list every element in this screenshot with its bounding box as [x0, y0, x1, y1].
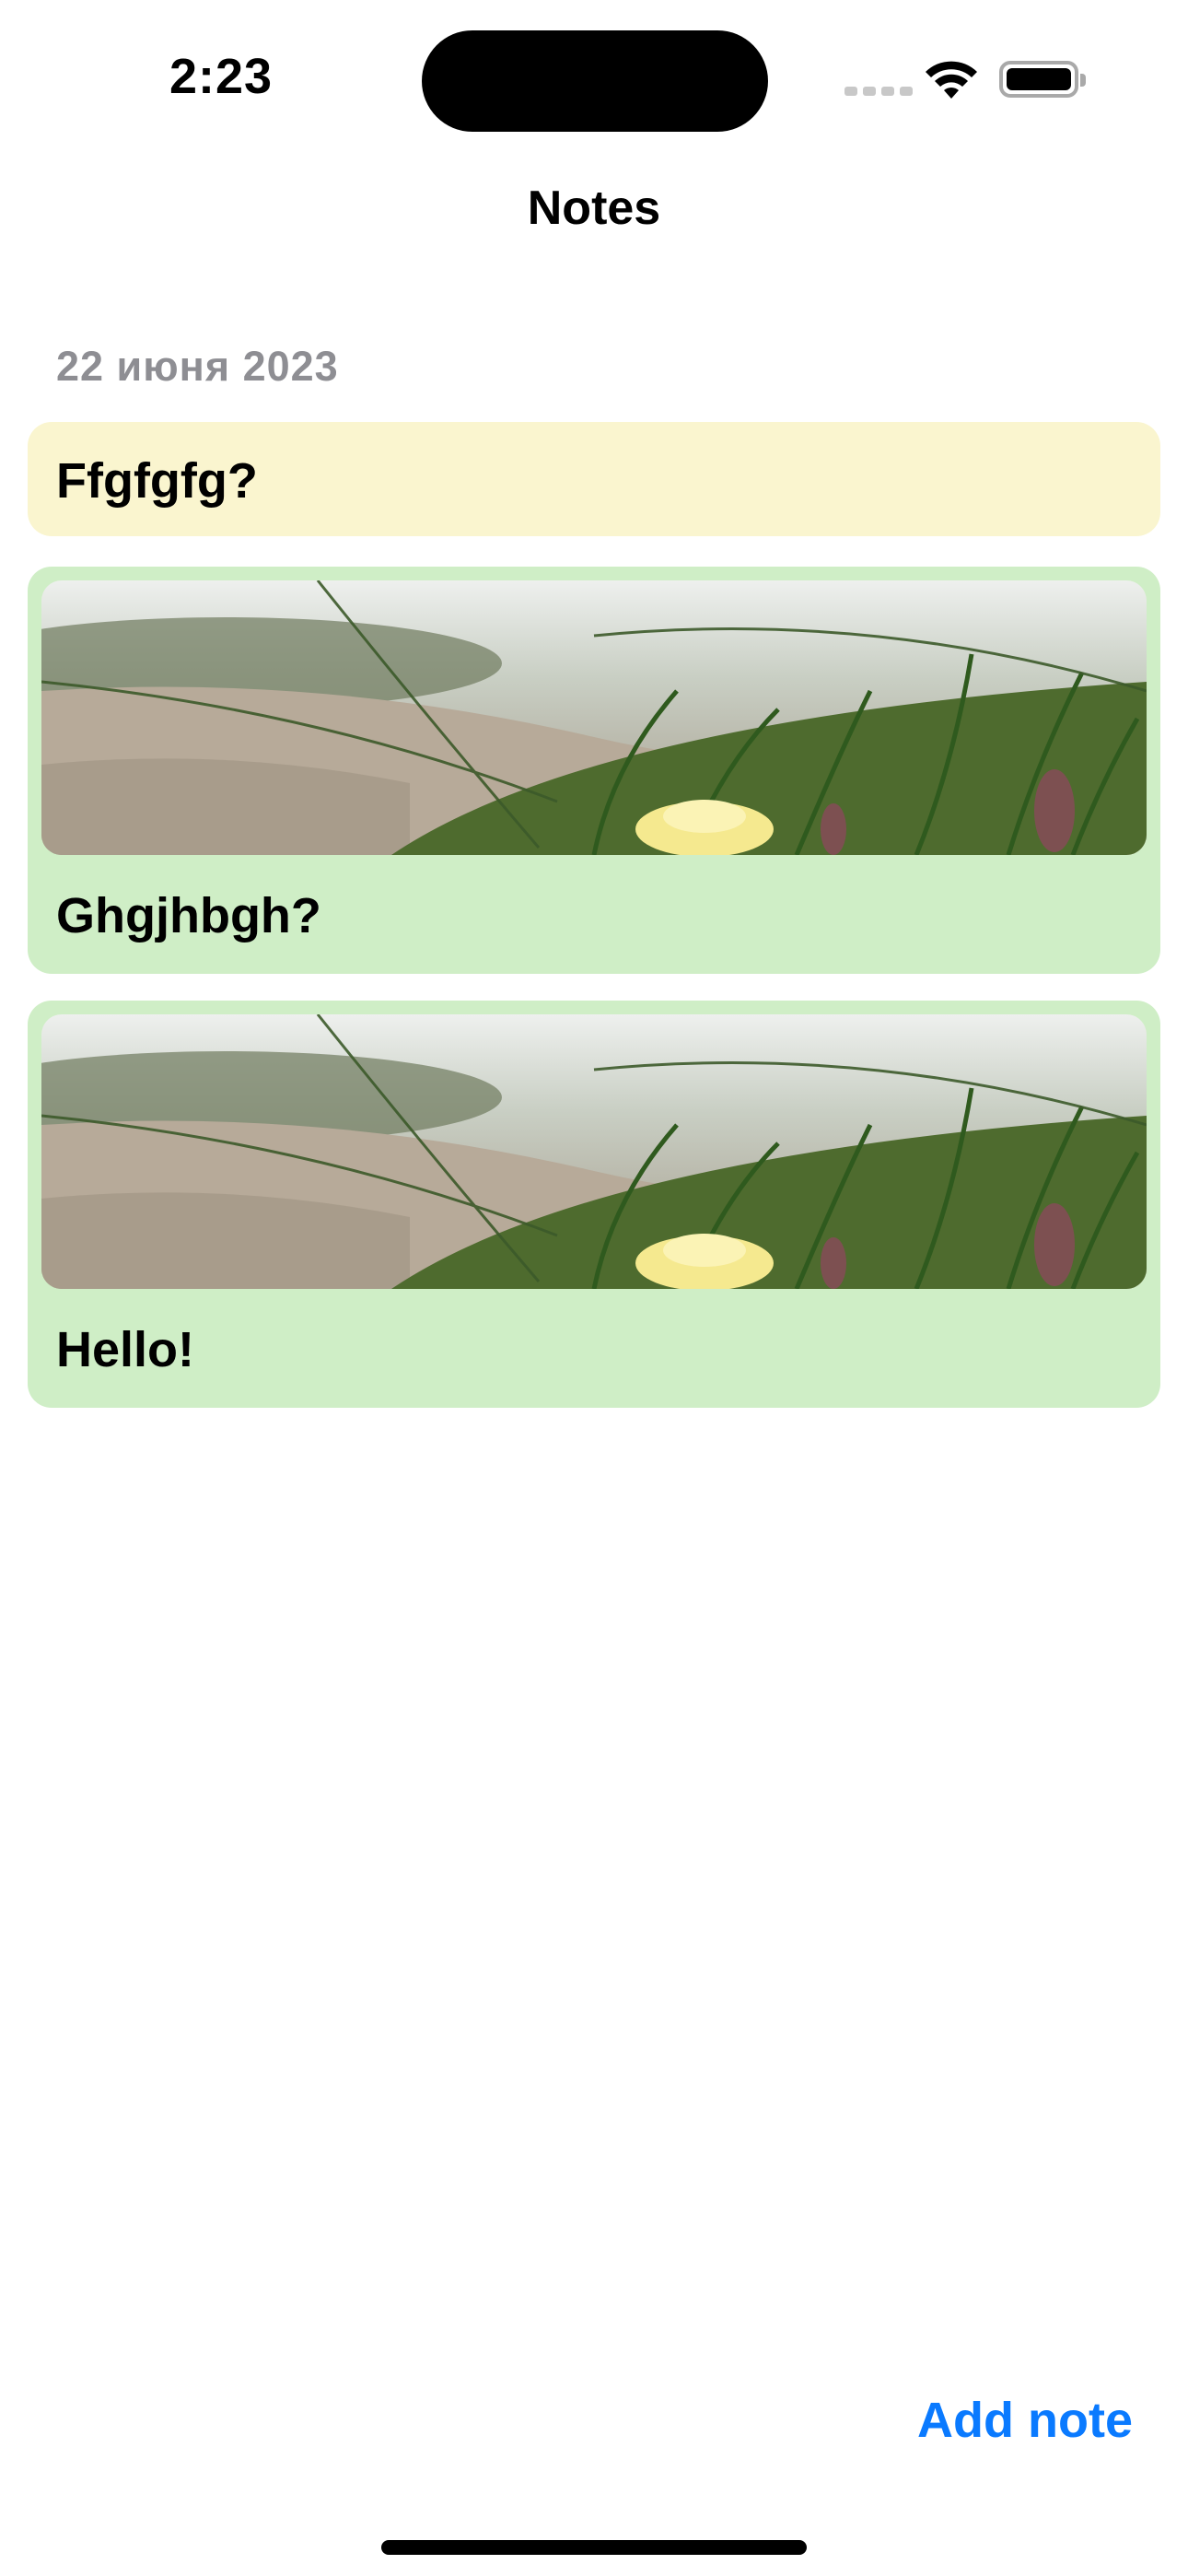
note-image — [41, 580, 1147, 855]
section-date-header: 22 июня 2023 — [56, 343, 339, 390]
note-card[interactable]: Hello! — [28, 1001, 1160, 1408]
note-image — [41, 1014, 1147, 1289]
cellular-signal-icon — [844, 87, 913, 96]
wifi-icon — [926, 61, 977, 99]
page-title: Notes — [527, 181, 661, 235]
dynamic-island — [422, 30, 768, 132]
battery-icon — [999, 61, 1086, 98]
home-indicator[interactable] — [381, 2540, 807, 2555]
note-title: Ffgfgfg? — [56, 453, 258, 509]
note-title: Ghgjhbgh? — [56, 888, 321, 943]
status-time: 2:23 — [169, 49, 274, 104]
note-title: Hello! — [56, 1322, 195, 1377]
note-card[interactable]: Ffgfgfg? — [28, 422, 1160, 536]
add-note-button[interactable]: Add note — [917, 2392, 1133, 2449]
note-card[interactable]: Ghgjhbgh? — [28, 567, 1160, 974]
